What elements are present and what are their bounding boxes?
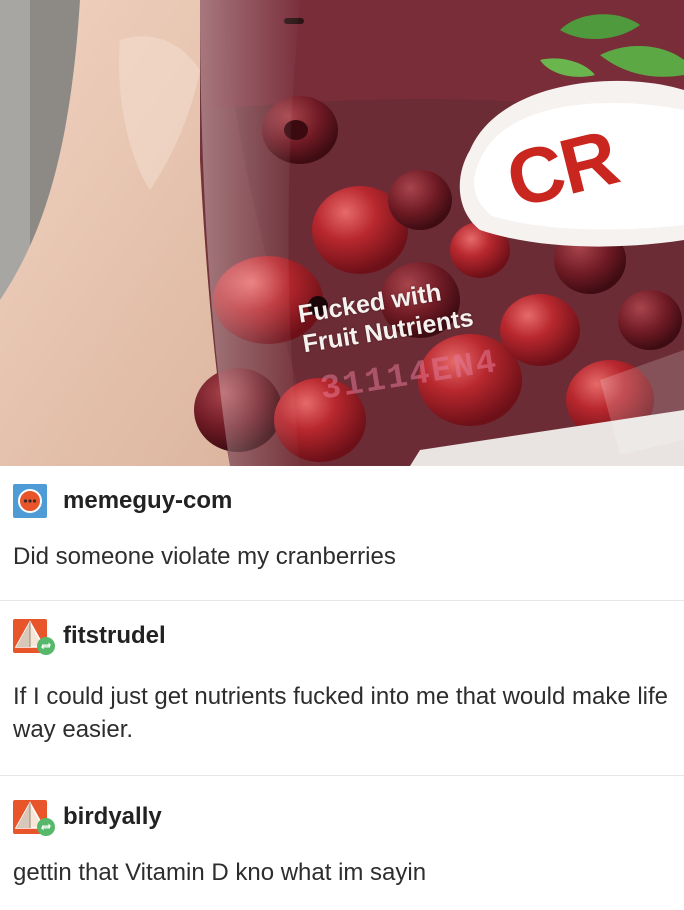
ellipsis-face-avatar-icon[interactable]	[13, 484, 47, 518]
username[interactable]: memeguy-com	[63, 487, 232, 515]
post-header: memeguy-com	[13, 484, 232, 518]
reply-post-2: fitstrudel If I could just get nutrients…	[0, 601, 684, 775]
post-text: If I could just get nutrients fucked int…	[13, 683, 669, 743]
reply-post-3: birdyally gettin that Vitamin D kno what…	[0, 776, 684, 910]
post-text: gettin that Vitamin D kno what im sayin	[13, 859, 427, 886]
reply-post-1: memeguy-com Did someone violate my cranb…	[0, 466, 684, 600]
post-text: Did someone violate my cranberries	[13, 543, 396, 570]
post-photo: CR Fucked with Fruit Nutrients 31114EN4	[0, 0, 684, 466]
username[interactable]: birdyally	[63, 803, 162, 831]
reblog-icon	[37, 637, 55, 655]
pyramid-avatar-icon[interactable]	[13, 800, 55, 836]
post-header: birdyally	[13, 800, 162, 836]
username[interactable]: fitstrudel	[63, 622, 166, 650]
pyramid-avatar-icon[interactable]	[13, 619, 55, 655]
reblog-icon	[37, 818, 55, 836]
post-header: fitstrudel	[13, 619, 166, 655]
